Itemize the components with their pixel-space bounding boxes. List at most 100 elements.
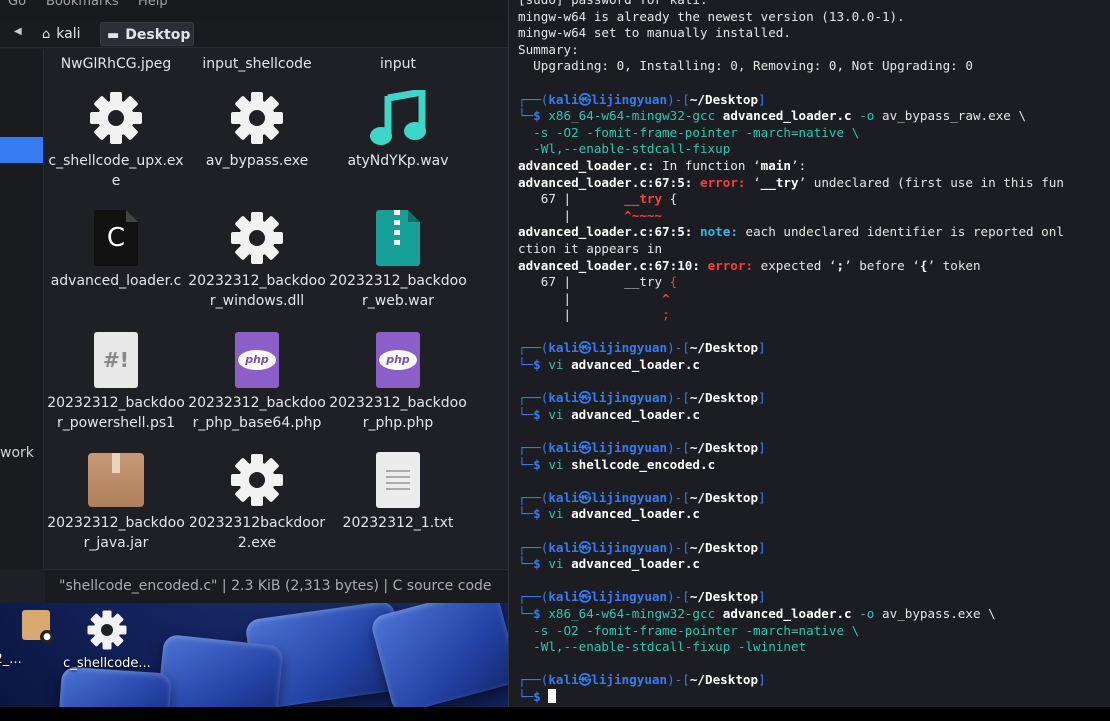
terminal-prompt: ┌──(kali㉿lijingyuan)-[~/Desktop] [518, 672, 766, 688]
php-icon: php [376, 332, 420, 388]
file-item[interactable]: input [327, 54, 469, 74]
file-manager-window: Go Bookmarks Help ◀ ⌂ kali ▬ Desktop work … [0, 0, 508, 603]
script-icon: #! [94, 332, 138, 388]
file-name: 20232312_backdoor_php.php [329, 395, 467, 431]
path-bar: ◀ ⌂ kali ▬ Desktop [0, 18, 508, 48]
file-name: 20232312_backdoor_java.jar [47, 515, 185, 551]
archive-icon [376, 210, 420, 266]
file-item[interactable]: php 20232312_backdoor_php_base64.php [186, 327, 328, 433]
file-item[interactable]: atyNdYKp.wav [327, 85, 469, 171]
terminal-line: └─$ vi shellcode_encoded.c [518, 456, 716, 472]
file-item[interactable]: NwGlRhCG.jpeg [45, 54, 187, 74]
terminal-line: └─$ vi advanced_loader.c [518, 506, 700, 522]
terminal-line: mingw-w64 set to manually installed. [518, 25, 791, 41]
file-name: input_shellcode [202, 56, 312, 72]
file-name: 20232312_1.txt [342, 515, 454, 531]
terminal-line: -s -O2 -fomit-frame-pointer -march=nativ… [518, 622, 860, 638]
file-grid: NwGlRhCG.jpeg input_shellcode input c_sh… [45, 49, 508, 569]
sidebar-selected-item[interactable] [0, 137, 43, 163]
terminal-line: -Wl,--enable-stdcall-fixup [518, 141, 731, 157]
file-name: NwGlRhCG.jpeg [60, 56, 172, 72]
file-item[interactable]: C advanced_loader.c [45, 205, 187, 291]
file-name: 20232312_backdoor_windows.dll [188, 273, 326, 309]
status-bar: "shellcode_encoded.c" | 2.3 KiB (2,313 b… [45, 569, 508, 603]
gear-icon [229, 452, 285, 508]
home-icon: ⌂ [42, 27, 51, 42]
terminal-prompt: ┌──(kali㉿lijingyuan)-[~/Desktop] [518, 489, 766, 505]
terminal-line: mingw-w64 is already the newest version … [518, 8, 905, 24]
terminal-prompt: ┌──(kali㉿lijingyuan)-[~/Desktop] [518, 589, 766, 605]
file-item[interactable]: input_shellcode [186, 54, 328, 74]
terminal-line: advanced_loader.c:67:10: error: expected… [518, 257, 981, 273]
file-item[interactable]: av_bypass.exe [186, 85, 328, 171]
gear-icon [88, 90, 144, 146]
menu-go[interactable]: Go [8, 0, 26, 9]
text-icon [376, 452, 420, 508]
file-item[interactable]: 20232312_1.txt [327, 447, 469, 533]
file-item[interactable]: 20232312_backdoor_java.jar [45, 447, 187, 553]
back-arrow-icon[interactable]: ◀ [14, 26, 22, 37]
terminal-line: └─$ x86_64-w64-mingw32-gcc advanced_load… [518, 605, 996, 621]
breadcrumb-desktop[interactable]: ▬ Desktop [100, 22, 194, 46]
terminal-prompt: ┌──(kali㉿lijingyuan)-[~/Desktop] [518, 340, 766, 356]
terminal-line: └─$ vi advanced_loader.c [518, 357, 700, 373]
menubar: Go Bookmarks Help [0, 0, 508, 18]
terminal-line: Summary: [518, 41, 579, 57]
gear-icon [229, 90, 285, 146]
bottom-edge [0, 707, 1110, 721]
file-item[interactable]: 20232312_backdoor_web.war [327, 205, 469, 311]
terminal-window[interactable]: [sudo] password for kali:mingw-w64 is al… [508, 0, 1110, 707]
breadcrumb-desktop-label: Desktop [125, 27, 191, 43]
file-name: atyNdYKp.wav [347, 153, 449, 169]
terminal-input-line[interactable]: └─$ [518, 688, 1064, 706]
terminal-prompt: ┌──(kali㉿lijingyuan)-[~/Desktop] [518, 390, 766, 406]
terminal-line: Upgrading: 0, Installing: 0, Removing: 0… [518, 58, 973, 74]
terminal-prompt: ┌──(kali㉿lijingyuan)-[~/Desktop] [518, 440, 766, 456]
terminal-line: | ; [518, 307, 670, 323]
c-source-icon: C [94, 210, 138, 266]
places-sidebar: work [0, 49, 44, 569]
terminal-line: -Wl,--enable-stdcall-fixup -lwininet [518, 639, 807, 655]
folder-icon: ▬ [107, 28, 120, 43]
php-icon: php [235, 332, 279, 388]
file-item[interactable]: #! 20232312_backdoor_powershell.ps1 [45, 327, 187, 433]
desktop-icon-c-shellcode[interactable]: c_shellcode... [47, 602, 167, 671]
file-name: input [379, 56, 416, 72]
file-item[interactable]: 20232312_backdoor_windows.dll [186, 205, 328, 311]
terminal-line: └─$ vi advanced_loader.c [518, 406, 700, 422]
jar-icon [88, 453, 144, 507]
breadcrumb-home-label: kali [56, 26, 81, 42]
terminal-line: 67 | __try { [518, 191, 678, 207]
file-item[interactable]: c_shellcode_upx.exe [45, 85, 187, 191]
terminal-line: advanced_loader.c:67:5: error: ‘__try’ u… [518, 174, 1064, 190]
terminal-line: └─$ vi advanced_loader.c [518, 556, 700, 572]
terminal-line: advanced_loader.c:67:5: note: each undec… [518, 224, 1064, 240]
breadcrumb-home[interactable]: ⌂ kali [36, 22, 87, 46]
menu-help[interactable]: Help [138, 0, 168, 9]
terminal-cursor [548, 688, 557, 703]
terminal-line: -s -O2 -fomit-frame-pointer -march=nativ… [518, 124, 860, 140]
terminal-line: | ^~~~~ [518, 207, 663, 223]
terminal-line: advanced_loader.c: In function ‘main’: [518, 157, 807, 173]
terminal-output: [sudo] password for kali:mingw-w64 is al… [518, 0, 1064, 706]
terminal-line: 67 | __try { [518, 274, 678, 290]
file-name: av_bypass.exe [205, 153, 309, 169]
gear-icon [229, 210, 285, 266]
file-name: c_shellcode_upx.exe [48, 153, 184, 189]
menu-bookmarks[interactable]: Bookmarks [46, 0, 119, 9]
file-item[interactable]: 20232312backdoor2.exe [186, 447, 328, 553]
terminal-prompt: ┌──(kali㉿lijingyuan)-[~/Desktop] [518, 91, 766, 107]
sidebar-item-network[interactable]: work [0, 445, 34, 461]
desktop-icon-label: c_shellcode... [63, 656, 151, 671]
terminal-line: ction it appears in [518, 240, 663, 256]
music-icon [370, 90, 426, 145]
file-name: 20232312_backdoor_powershell.ps1 [47, 395, 185, 431]
file-item[interactable]: php 20232312_backdoor_php.php [327, 327, 469, 433]
